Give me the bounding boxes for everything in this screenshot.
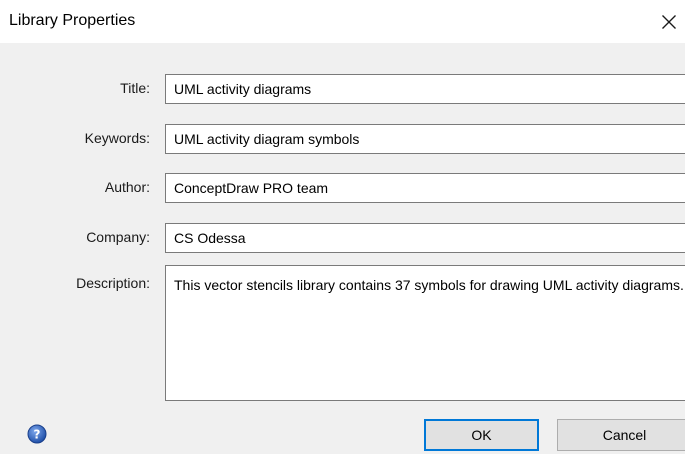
svg-text:?: ?	[34, 428, 41, 442]
cancel-button[interactable]: Cancel	[557, 419, 685, 451]
dialog-title: Library Properties	[9, 12, 136, 29]
library-properties-dialog: Library Properties Title: Keywords: Auth…	[0, 0, 685, 454]
company-field[interactable]	[165, 223, 685, 253]
description-label: Description:	[76, 275, 150, 291]
keywords-label: Keywords:	[84, 130, 150, 146]
author-label: Author:	[104, 179, 150, 195]
company-label: Company:	[86, 229, 150, 245]
title-label: Title:	[120, 80, 150, 96]
author-field[interactable]	[165, 173, 685, 203]
close-icon	[662, 15, 676, 29]
close-button[interactable]	[649, 6, 685, 38]
title-field[interactable]	[165, 74, 685, 104]
help-icon: ?	[27, 424, 47, 444]
title-bar: Library Properties	[0, 0, 685, 43]
help-button[interactable]: ?	[27, 424, 47, 444]
keywords-field[interactable]	[165, 124, 685, 154]
ok-button[interactable]: OK	[424, 419, 539, 451]
description-field[interactable]: This vector stencils library contains 37…	[165, 265, 685, 401]
